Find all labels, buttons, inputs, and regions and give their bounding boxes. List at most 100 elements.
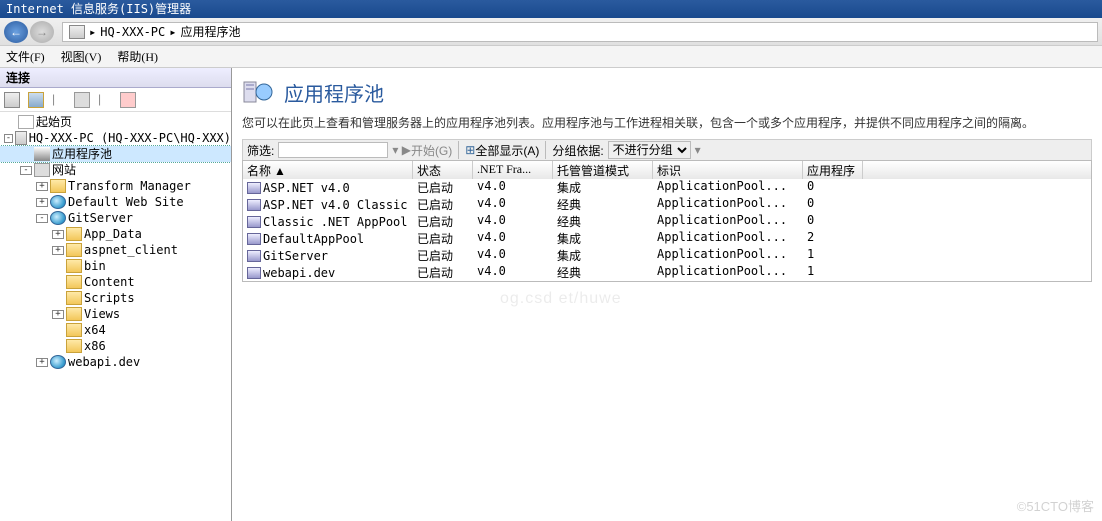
expand-toggle[interactable]: + <box>52 230 64 239</box>
cell-mode: 集成 <box>553 247 653 264</box>
groupby-select[interactable]: 不进行分组 <box>608 141 691 159</box>
expand-toggle[interactable]: + <box>36 198 48 207</box>
tree-node-folder[interactable]: x64 <box>0 322 231 338</box>
collapse-toggle[interactable]: - <box>4 134 13 143</box>
expand-toggle[interactable]: + <box>52 310 64 319</box>
expand-toggle[interactable]: + <box>36 182 48 191</box>
connections-action-icon[interactable] <box>74 92 90 108</box>
save-icon[interactable] <box>28 92 44 108</box>
breadcrumb-sep: ▸ <box>89 25 96 39</box>
col-net[interactable]: .NET Fra... <box>473 161 553 179</box>
col-apps[interactable]: 应用程序 <box>803 161 863 179</box>
groupby-label: 分组依据: <box>548 140 607 160</box>
grid-row[interactable]: ASP.NET v4.0 Classic已启动v4.0经典Application… <box>243 196 1091 213</box>
tree-label: 网站 <box>52 162 76 178</box>
tree-node-folder[interactable]: bin <box>0 258 231 274</box>
stop-connection-icon[interactable] <box>120 92 136 108</box>
grid-row[interactable]: DefaultAppPool已启动v4.0集成ApplicationPool..… <box>243 230 1091 247</box>
menu-view[interactable]: 视图(V) <box>61 48 102 65</box>
menu-help[interactable]: 帮助(H) <box>117 48 158 65</box>
connections-tree: 起始页 -HQ-XXX-PC (HQ-XXX-PC\HQ-XXX) 应用程序池 … <box>0 112 231 521</box>
separator <box>545 141 546 159</box>
breadcrumb-item[interactable]: 应用程序池 <box>181 23 241 40</box>
col-mode[interactable]: 托管管道模式 <box>553 161 653 179</box>
tree-label: Transform Manager <box>68 178 191 194</box>
menu-file[interactable]: 文件(F) <box>6 48 45 65</box>
tree-label: HQ-XXX-PC (HQ-XXX-PC\HQ-XXX) <box>29 130 231 146</box>
cell-identity: ApplicationPool... <box>653 196 803 213</box>
page-title: 应用程序池 <box>284 78 384 107</box>
nav-bar: ← → ▸ HQ-XXX-PC ▸ 应用程序池 <box>0 18 1102 46</box>
tree-node-folder[interactable]: + Views <box>0 306 231 322</box>
cell-status: 已启动 <box>413 264 473 281</box>
tree-node-start[interactable]: 起始页 <box>0 114 231 130</box>
apppool-row-icon <box>247 182 261 194</box>
expand-toggle[interactable]: + <box>36 358 48 367</box>
tree-node-folder[interactable]: Scripts <box>0 290 231 306</box>
tree-node-site[interactable]: + webapi.dev <box>0 354 231 370</box>
filter-input[interactable] <box>278 142 388 158</box>
grid-row[interactable]: webapi.dev已启动v4.0经典ApplicationPool...1 <box>243 264 1091 281</box>
expand-toggle[interactable]: + <box>52 246 64 255</box>
col-name[interactable]: 名称 ▲ <box>243 161 413 179</box>
folder-icon <box>66 275 82 289</box>
tree-node-folder[interactable]: + aspnet_client <box>0 242 231 258</box>
showall-label: 全部显示(A) <box>475 142 539 159</box>
grid-row[interactable]: ASP.NET v4.0已启动v4.0集成ApplicationPool...0 <box>243 179 1091 196</box>
folder-icon <box>66 259 82 273</box>
connections-toolbar: | | <box>0 88 231 112</box>
cell-status: 已启动 <box>413 196 473 213</box>
tree-node-server[interactable]: - HQ-XXX-PC (HQ-XXX-PC\HQ-XXX) <box>0 130 231 146</box>
page-description: 您可以在此页上查看和管理服务器上的应用程序池列表。应用程序池与工作进程相关联，包… <box>242 114 1092 131</box>
window-title: Internet 信息服务(IIS)管理器 <box>6 2 191 16</box>
location-bar[interactable]: ▸ HQ-XXX-PC ▸ 应用程序池 <box>62 22 1098 42</box>
grid-row[interactable]: GitServer已启动v4.0集成ApplicationPool...1 <box>243 247 1091 264</box>
tree-label: aspnet_client <box>84 242 178 258</box>
collapse-toggle[interactable]: - <box>20 166 32 175</box>
breadcrumb-item[interactable]: HQ-XXX-PC <box>100 25 165 39</box>
nav-back-button[interactable]: ← <box>4 21 28 43</box>
cell-status: 已启动 <box>413 213 473 230</box>
col-status[interactable]: 状态 <box>413 161 473 179</box>
tree-label: webapi.dev <box>68 354 140 370</box>
grid-header: 名称 ▲ 状态 .NET Fra... 托管管道模式 标识 应用程序 <box>243 161 1091 179</box>
showall-button[interactable]: ⊞ 全部显示(A) <box>461 140 543 160</box>
folder-icon <box>50 179 66 193</box>
tree-node-folder[interactable]: +App_Data <box>0 226 231 242</box>
tree-label: bin <box>84 258 106 274</box>
tree-label: Default Web Site <box>68 194 184 210</box>
apppool-row-icon <box>247 199 261 211</box>
cell-status: 已启动 <box>413 179 473 196</box>
cell-identity: ApplicationPool... <box>653 264 803 281</box>
connect-icon[interactable] <box>4 92 20 108</box>
tree-label: x64 <box>84 322 106 338</box>
collapse-toggle[interactable]: - <box>36 214 48 223</box>
tree-node-site[interactable]: -GitServer <box>0 210 231 226</box>
cell-apps: 1 <box>803 247 863 264</box>
apppool-row-icon <box>247 233 261 245</box>
tree-label: Views <box>84 306 120 322</box>
tree-node-site[interactable]: + Transform Manager <box>0 178 231 194</box>
apppool-row-icon <box>247 267 261 279</box>
site-icon <box>50 195 66 209</box>
cell-identity: ApplicationPool... <box>653 247 803 264</box>
server-icon <box>15 131 27 145</box>
tree-node-folder[interactable]: Content <box>0 274 231 290</box>
cell-apps: 0 <box>803 179 863 196</box>
folder-icon <box>66 323 82 337</box>
apppool-icon <box>34 147 50 161</box>
apppool-row-icon <box>247 216 261 228</box>
cell-identity: ApplicationPool... <box>653 230 803 247</box>
tree-node-site[interactable]: + Default Web Site <box>0 194 231 210</box>
grid-row[interactable]: Classic .NET AppPool已启动v4.0经典Application… <box>243 213 1091 230</box>
cell-mode: 集成 <box>553 179 653 196</box>
go-button[interactable]: ▾ ▶ 开始(G) <box>388 140 456 160</box>
tree-node-sites[interactable]: - 网站 <box>0 162 231 178</box>
groupby-dropdown-icon[interactable]: ▾ <box>691 140 705 160</box>
tree-node-folder[interactable]: x86 <box>0 338 231 354</box>
apppool-large-icon <box>242 76 274 108</box>
nav-forward-button[interactable]: → <box>30 21 54 43</box>
col-identity[interactable]: 标识 <box>653 161 803 179</box>
tree-node-apppools[interactable]: 应用程序池 <box>0 146 231 162</box>
cell-net: v4.0 <box>473 247 553 264</box>
